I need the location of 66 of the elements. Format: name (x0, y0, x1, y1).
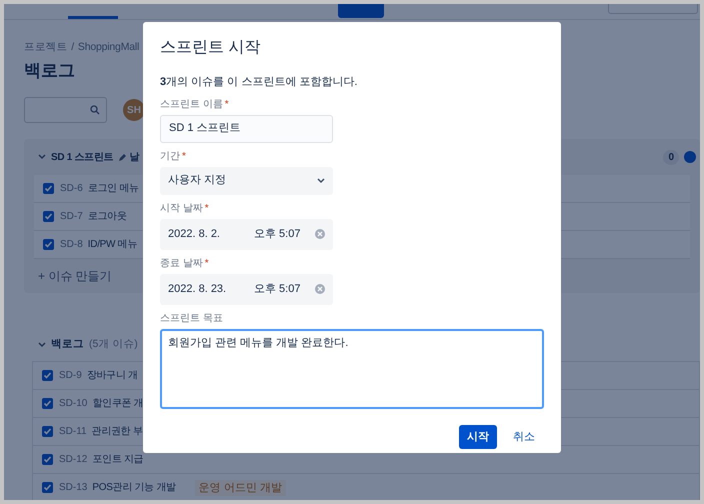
page-title: 백로그 (24, 60, 75, 82)
date-time-field[interactable]: 2022. 8. 2. 오후 5:07 (160, 218, 333, 250)
cancel-button[interactable]: 취소 (509, 424, 539, 449)
required-mark: * (204, 258, 209, 268)
start-button[interactable]: 시작 (459, 424, 497, 449)
dialog-title: 스프린트 시작 (160, 38, 262, 58)
select-field[interactable]: 사용자 지정 (160, 166, 333, 194)
issue-summary: 관리권한 부 (92, 425, 143, 440)
date-value: 2022. 8. 23. (168, 282, 228, 297)
time-value: 오후 5:07 (254, 282, 302, 297)
edit-dates-link[interactable]: 날 (129, 150, 140, 165)
chevron-icon[interactable] (38, 154, 46, 160)
clear-icon[interactable] (315, 284, 325, 294)
issue-key: SD-7 (60, 209, 83, 224)
field-label: 종료 날짜 * (160, 256, 210, 270)
field-label: 시작 날짜 * (160, 202, 210, 216)
search-icon (90, 105, 100, 116)
backlog-count: (5개 이슈) (89, 337, 138, 352)
issue-count: 0 (663, 150, 679, 165)
select-value: 사용자 지정 (168, 173, 226, 188)
text-field[interactable]: SD 1 스프린트 (160, 114, 333, 142)
checkbox[interactable] (42, 370, 53, 382)
search-field[interactable] (24, 97, 107, 124)
required-mark: * (204, 202, 209, 214)
issue-key: SD-9 (59, 368, 82, 384)
issue-key: SD-13 (59, 480, 88, 496)
checkbox[interactable] (43, 239, 54, 250)
issue-key: SD-11 (59, 424, 87, 440)
issue-summary: ID/PW 메뉴 (88, 238, 138, 252)
dialog-description: 3개의 이슈를 이 스프린트에 포함합니다. (160, 75, 358, 90)
field-label: 기간 * (160, 150, 187, 164)
issue-key: SD-12 (59, 452, 88, 468)
date-time-field[interactable]: 2022. 8. 23. 오후 5:07 (160, 274, 333, 304)
goal-text-area[interactable]: 회원가입 관련 메뉴를 개발 완료한다. (160, 328, 544, 408)
epic-tag: 운영 어드민 개발 (194, 480, 286, 496)
issue-summary: POS관리 기능 개발 (92, 481, 176, 496)
search-field[interactable] (608, 4, 698, 14)
required-mark: * (182, 150, 186, 162)
clear-icon[interactable] (315, 229, 325, 239)
issue-summary: 장바구니 개 (86, 369, 138, 384)
checkbox[interactable] (43, 183, 54, 194)
issue-summary: 로그인 메뉴 (88, 182, 139, 196)
checkbox[interactable] (42, 426, 53, 438)
active-tab-indicator (68, 16, 118, 19)
backlog-name: 백로그 (51, 337, 84, 352)
breadcrumb-separator: / (71, 40, 74, 55)
issue-key: SD-10 (59, 396, 88, 412)
issue-key: SD-6 (60, 181, 83, 196)
chevron-icon[interactable] (38, 342, 46, 348)
status-indicator (684, 151, 696, 164)
checkbox[interactable] (42, 398, 53, 410)
date-value: 2022. 8. 2. (168, 226, 221, 242)
time-value: 오후 5:07 (254, 226, 302, 242)
checkbox[interactable] (43, 211, 54, 222)
required-mark: * (224, 98, 229, 110)
sprint-name: SD 1 스프린트 (51, 150, 114, 165)
checkbox[interactable] (42, 454, 53, 466)
issue-summary: 로그아웃 (88, 210, 127, 224)
chevron-icon (317, 178, 325, 184)
field-label: 스프린트 이름 * (160, 98, 230, 112)
issue-summary: 포인트 지급 (92, 453, 144, 468)
checkbox[interactable] (42, 482, 53, 494)
field-label: 스프린트 목표 (160, 312, 224, 326)
issue-key: SD-8 (60, 237, 83, 252)
pencil-icon[interactable] (118, 152, 128, 162)
issue-summary: 할인쿠폰 개 (92, 397, 144, 412)
